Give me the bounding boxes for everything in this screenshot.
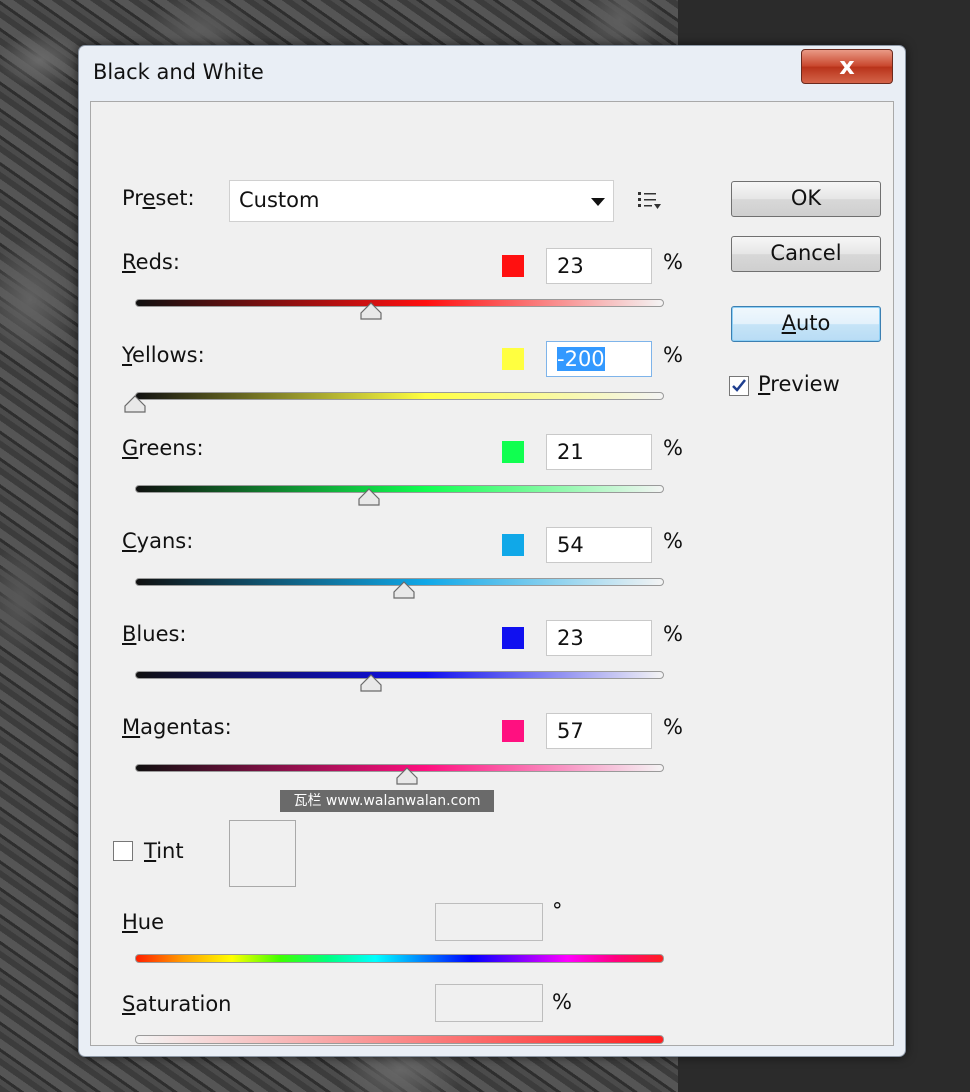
magentas-label: Magentas:: [122, 715, 232, 739]
hue-slider-track[interactable]: [135, 954, 664, 963]
greens-unit: %: [663, 436, 683, 460]
preset-select[interactable]: Custom: [229, 180, 614, 222]
saturation-unit: %: [552, 990, 572, 1014]
dialog-title: Black and White: [93, 60, 264, 84]
yellows-color-swatch: [502, 348, 524, 370]
preset-value: Custom: [239, 188, 320, 212]
ok-button[interactable]: OK: [731, 181, 881, 217]
saturation-input[interactable]: [435, 984, 543, 1022]
reds-color-swatch: [502, 255, 524, 277]
preset-label: Preset:: [122, 186, 195, 210]
preset-options-icon[interactable]: [637, 190, 663, 212]
blues-slider-thumb[interactable]: [360, 674, 382, 692]
yellows-slider-track[interactable]: [135, 392, 664, 400]
yellows-value-input[interactable]: -200: [546, 341, 652, 377]
greens-label: Greens:: [122, 436, 204, 460]
magentas-slider-thumb[interactable]: [396, 767, 418, 785]
chevron-down-icon: [591, 198, 605, 206]
checkmark-icon: [732, 379, 746, 392]
preview-checkbox[interactable]: [729, 376, 749, 396]
blues-color-swatch: [502, 627, 524, 649]
tint-color-swatch[interactable]: [229, 820, 296, 887]
cyans-unit: %: [663, 529, 683, 553]
cyans-slider-thumb[interactable]: [393, 581, 415, 599]
hue-unit: °: [552, 899, 563, 923]
hue-input[interactable]: [435, 903, 543, 941]
yellows-label: Yellows:: [122, 343, 205, 367]
blues-slider-track[interactable]: [135, 671, 664, 679]
greens-slider-track[interactable]: [135, 485, 664, 493]
cyans-value-input[interactable]: 54: [546, 527, 652, 563]
reds-value-input[interactable]: 23: [546, 248, 652, 284]
magentas-unit: %: [663, 715, 683, 739]
greens-slider-thumb[interactable]: [358, 488, 380, 506]
black-and-white-dialog: Black and White x Preset: Custom Reds: 23…: [78, 45, 906, 1057]
reds-label: Reds:: [122, 250, 180, 274]
cancel-button[interactable]: Cancel: [731, 236, 881, 272]
yellows-unit: %: [663, 343, 683, 367]
tint-label: Tint: [144, 839, 184, 863]
reds-slider-thumb[interactable]: [360, 302, 382, 320]
greens-value-input[interactable]: 21: [546, 434, 652, 470]
magentas-color-swatch: [502, 720, 524, 742]
reds-slider-track[interactable]: [135, 299, 664, 307]
hue-label: Hue: [122, 910, 165, 934]
saturation-label: Saturation: [122, 992, 232, 1016]
blues-value-input[interactable]: 23: [546, 620, 652, 656]
dialog-body: Preset: Custom Reds: 23% Yellows: -200% Gree…: [90, 101, 894, 1046]
auto-button[interactable]: Auto: [731, 306, 881, 342]
saturation-slider-track[interactable]: [135, 1035, 664, 1044]
tint-checkbox[interactable]: [113, 841, 133, 861]
preview-label: Preview: [758, 372, 840, 396]
reds-unit: %: [663, 250, 683, 274]
blues-unit: %: [663, 622, 683, 646]
yellows-slider-thumb[interactable]: [124, 395, 146, 413]
magentas-value-input[interactable]: 57: [546, 713, 652, 749]
watermark: 瓦栏 www.walanwalan.com: [280, 790, 494, 812]
cyans-color-swatch: [502, 534, 524, 556]
blues-label: Blues:: [122, 622, 187, 646]
greens-color-swatch: [502, 441, 524, 463]
close-button[interactable]: x: [801, 49, 893, 84]
cyans-label: Cyans:: [122, 529, 194, 553]
